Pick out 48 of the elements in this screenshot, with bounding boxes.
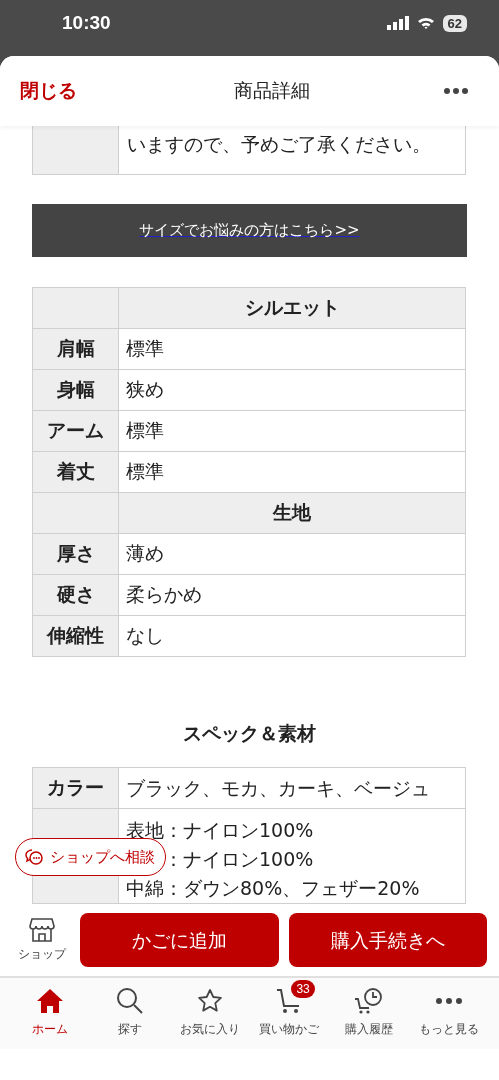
row-label: カラー [32, 767, 119, 809]
row-label: 厚さ [32, 533, 119, 575]
cart-clock-icon [354, 987, 385, 1015]
tab-button[interactable]: 探す [91, 980, 168, 1049]
table-cell: 標準 [118, 410, 466, 452]
tab-button[interactable]: 購入履歴 [331, 980, 408, 1049]
table-cell-text: 中綿：ダウン80%、フェザー20% [126, 876, 420, 901]
more-icon [435, 997, 464, 1005]
section-heading: 生地 [118, 492, 466, 534]
table-cell-text: ：ナイロン100% [164, 847, 314, 872]
home-icon [35, 988, 64, 1014]
page-title: 商品詳細 [234, 78, 310, 103]
star-icon [196, 988, 223, 1014]
tab-button[interactable]: もっと見る [411, 980, 488, 1049]
table-cell: 柔らかめ [118, 574, 466, 616]
table-cell: 標準 [118, 328, 466, 370]
clock: 10:30 [62, 12, 111, 34]
tab-button[interactable]: 買い物かご 33 [251, 980, 328, 1049]
row-label: 身幅 [32, 369, 119, 411]
table-cell: なし [118, 615, 466, 657]
wifi-icon [416, 16, 435, 30]
section-heading: シルエット [118, 287, 466, 329]
tab-button[interactable]: お気に入り [171, 980, 248, 1049]
table-cell-text: いますので、予めご了承ください。 [126, 132, 431, 157]
close-button[interactable]: 閉じる [20, 78, 77, 104]
row-label: アーム [32, 410, 119, 452]
table-cell: 標準 [118, 451, 466, 493]
size-help-link[interactable]: サイズでお悩みの方はこちら>> [139, 221, 360, 240]
shop-button[interactable]: ショップ [14, 917, 70, 963]
signal-icon [386, 16, 409, 30]
shop-chat-button[interactable]: ショップへ相談 [15, 838, 166, 876]
section-title: スペック＆素材 [182, 721, 317, 746]
row-label: 硬さ [32, 574, 119, 616]
battery-level: 62 [442, 14, 467, 32]
more-icon[interactable] [443, 87, 469, 95]
row-label: 着丈 [32, 451, 119, 493]
search-icon [115, 987, 144, 1015]
count-badge: 33 [291, 980, 315, 998]
chat-icon [24, 848, 44, 866]
table-cell: 狭め [118, 369, 466, 411]
store-icon [29, 917, 55, 942]
table-cell-text: ブラック、モカ、カーキ、ベージュ [126, 775, 430, 801]
add-to-cart-button[interactable]: かごに追加 [80, 913, 279, 967]
row-label: 肩幅 [32, 328, 119, 370]
checkout-button[interactable]: 購入手続きへ [288, 913, 487, 967]
tab-button[interactable]: ホーム [11, 980, 88, 1049]
table-cell: 薄め [118, 533, 466, 575]
row-label: 伸縮性 [32, 615, 119, 657]
